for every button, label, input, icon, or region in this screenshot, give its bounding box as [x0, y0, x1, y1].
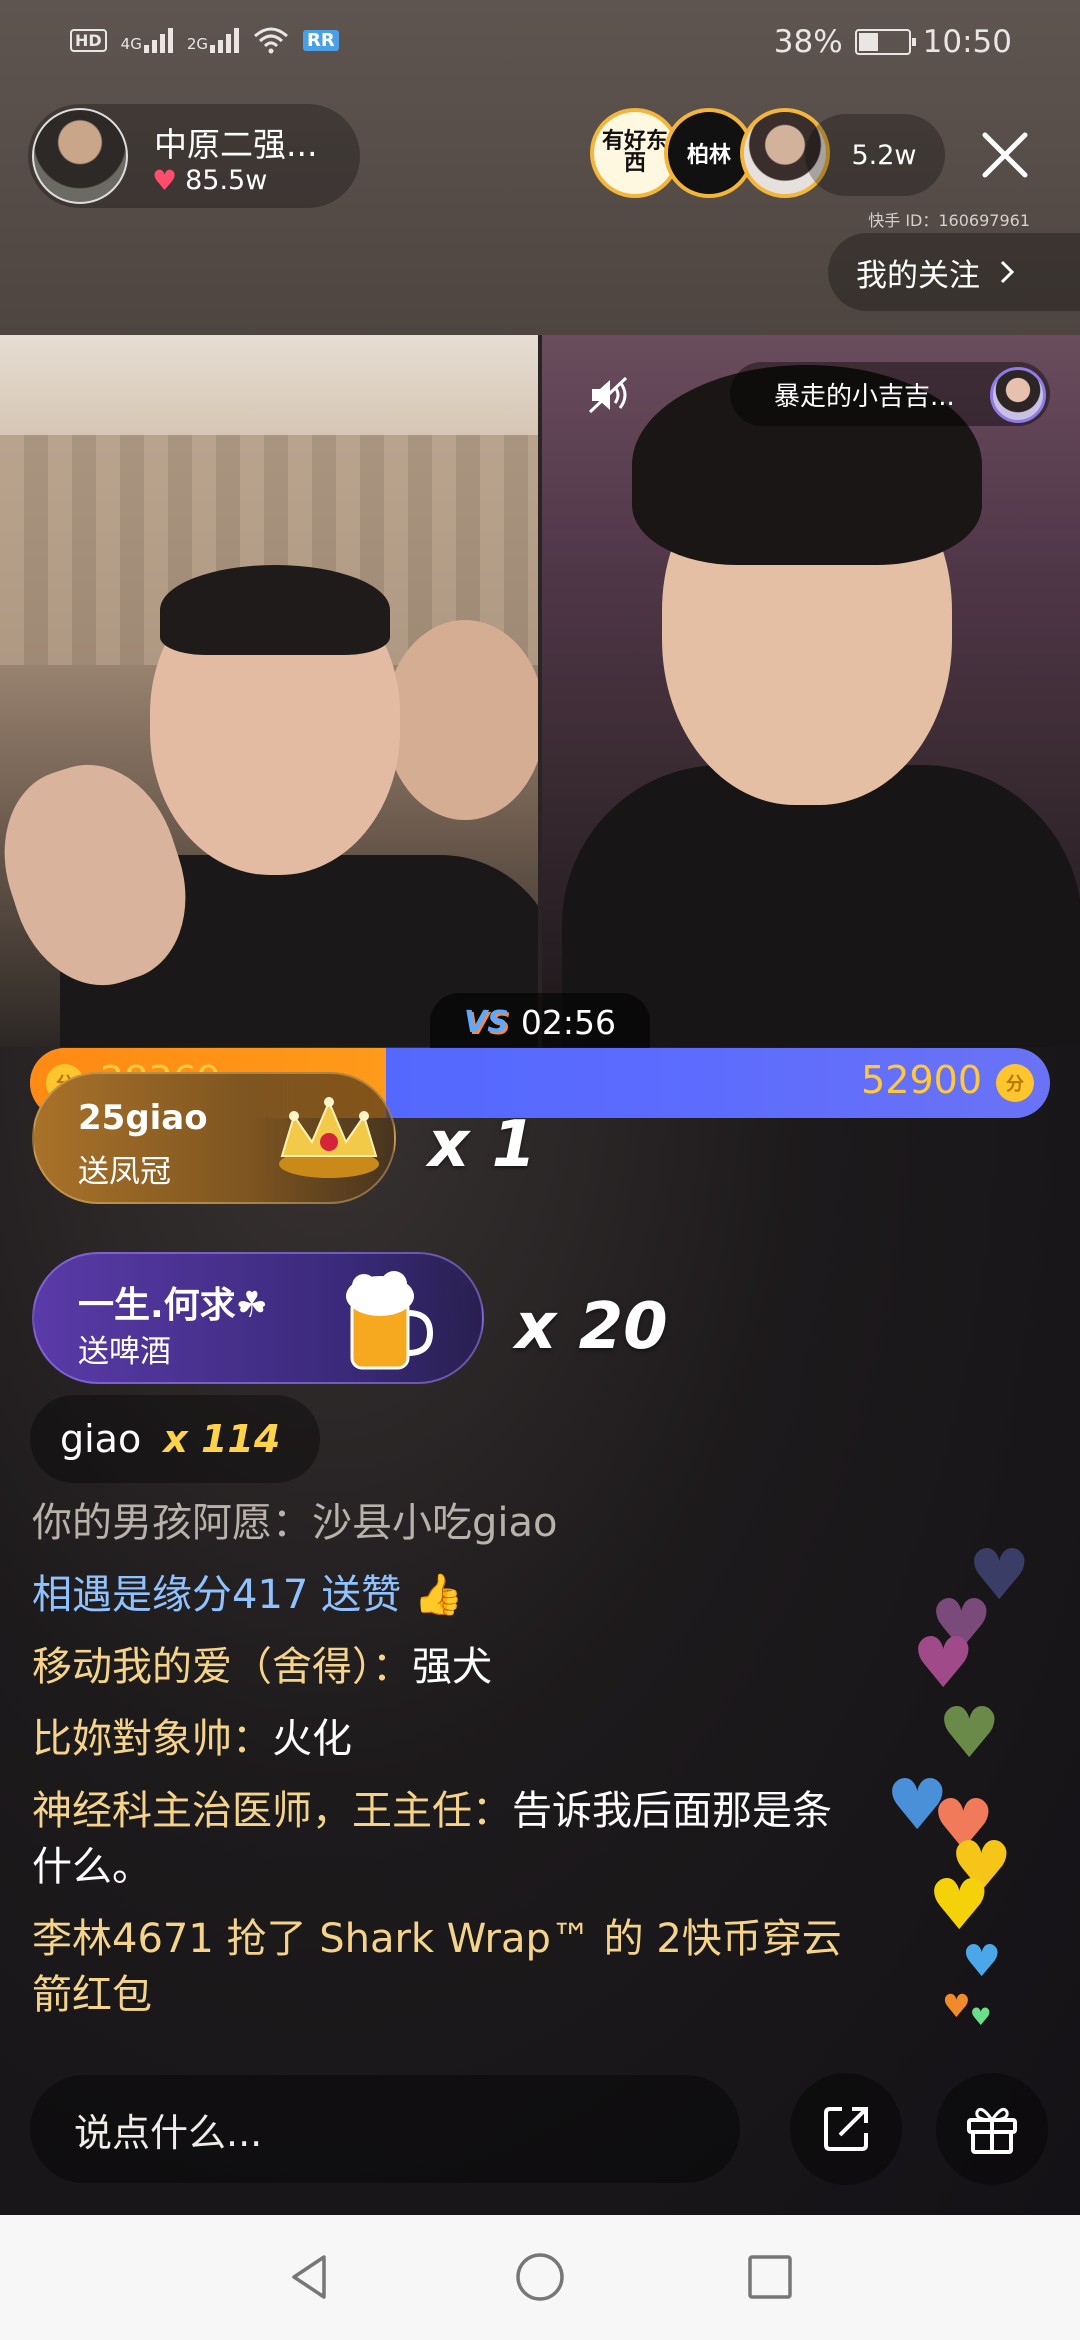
floating-heart-icon: ♥	[928, 1864, 991, 1946]
comment-text: 火化	[272, 1716, 352, 1762]
gift-button[interactable]	[936, 2073, 1048, 2185]
wifi-icon	[254, 27, 289, 54]
comment-user: 李林4671 抢了 Shark Wrap™ 的 2快币穿云箭红包	[32, 1916, 842, 2018]
kuaishou-id: 快手 ID：160697961	[868, 211, 1030, 230]
sim2-network: 2G	[186, 27, 240, 53]
comment-user: 你的男孩阿愿：	[32, 1500, 312, 1546]
pk-timer-value: 02:56	[520, 1002, 616, 1042]
gift-banner-1: 25giao 送凤冠	[32, 1072, 396, 1204]
comment-user: 神经科主治医师，王主任：	[32, 1788, 512, 1834]
combo-counter: giao x 114	[30, 1395, 320, 1483]
coin-icon: 分	[996, 1064, 1034, 1102]
gift-action: 送啤酒	[78, 1334, 171, 1370]
host-name: 中原二强...	[154, 125, 318, 164]
heart-icon: ♥	[152, 164, 178, 197]
sim1-label: 4G	[120, 35, 142, 53]
clock: 10:50	[922, 24, 1012, 60]
hd-badge: HD	[70, 28, 107, 52]
sim2-label: 2G	[186, 35, 209, 53]
share-button[interactable]	[790, 2073, 902, 2185]
gift-sender: 一生.何求☘	[78, 1285, 268, 1326]
gift-banner-2: 一生.何求☘ 送啤酒	[32, 1252, 484, 1384]
pk-timer: VS 02:56	[430, 993, 650, 1051]
gift-multiplier-2: x 20	[515, 1290, 668, 1364]
gift-sender: 25giao	[78, 1098, 208, 1138]
back-icon[interactable]	[280, 2247, 340, 2307]
host-likes: ♥ 85.5w	[152, 164, 267, 197]
system-nav-bar	[0, 2215, 1080, 2340]
comment-user: 比妳對象帅：	[32, 1716, 272, 1762]
status-bar: HD 4G 2G RR 38% 10:50	[0, 0, 1080, 90]
my-follow-button[interactable]: 我的关注	[828, 233, 1080, 311]
comment-user: 相遇是缘分417	[32, 1572, 309, 1618]
status-right: 38% 10:50	[774, 24, 1012, 60]
guest-avatar[interactable]	[990, 367, 1046, 423]
comment-item: 比妳對象帅：火化	[32, 1711, 852, 1767]
gift-action: 送凤冠	[78, 1154, 171, 1190]
comment-input-placeholder: 说点什么...	[74, 2110, 263, 2155]
home-icon[interactable]	[510, 2247, 570, 2307]
floating-heart-icon: ♥	[962, 1936, 1002, 1987]
sim1-network: 4G	[121, 27, 173, 53]
floating-heart-icon: ♥	[912, 1622, 975, 1704]
comment-text: 沙县小吃giao	[312, 1500, 558, 1546]
host-hair	[160, 565, 390, 655]
battery-percent: 38%	[773, 24, 843, 60]
gift-multiplier-1: x 1	[428, 1108, 537, 1182]
floating-heart-icon: ♥	[938, 1692, 1001, 1774]
pk-right-score: 52900	[861, 1058, 982, 1102]
host-likes-count: 85.5w	[185, 165, 268, 196]
crown-icon	[279, 1097, 379, 1178]
combo-count: x 114	[163, 1417, 281, 1461]
battery-level	[858, 33, 878, 51]
host-avatar[interactable]	[32, 108, 128, 204]
host-info[interactable]: 中原二强... ♥ 85.5w	[28, 104, 360, 208]
floating-heart-icon: ♥	[942, 1987, 971, 2025]
comment-input[interactable]: 说点什么...	[30, 2075, 740, 2183]
battery-icon	[854, 29, 916, 55]
mute-icon[interactable]	[584, 370, 634, 420]
comment-item: 神经科主治医师，王主任：告诉我后面那是条什么。	[32, 1783, 852, 1895]
host-video[interactable]	[0, 335, 538, 1047]
comment-item: 相遇是缘分417 送赞 👍	[32, 1567, 852, 1623]
gift-icon	[967, 2107, 1017, 2154]
comment-user: 移动我的爱（舍得）：	[32, 1644, 412, 1690]
guest-video[interactable]	[542, 335, 1080, 1047]
close-icon[interactable]	[975, 125, 1035, 185]
comment-item: 移动我的爱（舍得）：强犬	[32, 1639, 852, 1695]
app-badge-icon: RR	[303, 29, 339, 51]
status-left: HD 4G 2G RR	[70, 26, 339, 54]
guest-name: 暴走的小吉吉...	[774, 381, 955, 412]
follow-label: 我的关注	[856, 257, 980, 294]
signal-icon	[143, 27, 173, 53]
chevron-right-icon	[1000, 260, 1015, 284]
beer-icon	[346, 1271, 434, 1370]
viewer-count[interactable]: 5.2w	[805, 114, 945, 196]
comment-list[interactable]: 你的男孩阿愿：沙县小吃giao 相遇是缘分417 送赞 👍 移动我的爱（舍得）：…	[32, 1495, 852, 2039]
combo-user: giao	[60, 1417, 142, 1461]
vs-icon: VS	[464, 1004, 509, 1040]
second-person	[385, 620, 538, 820]
comment-text: 强犬	[412, 1644, 492, 1690]
comment-item: 李林4671 抢了 Shark Wrap™ 的 2快币穿云箭红包	[32, 1911, 852, 2023]
signal-icon	[210, 27, 240, 53]
comment-item: 你的男孩阿愿：沙县小吃giao	[32, 1495, 852, 1551]
share-icon	[824, 2107, 868, 2151]
comment-text: 送赞 👍	[308, 1572, 464, 1618]
recents-icon[interactable]	[740, 2247, 800, 2307]
floating-heart-icon: ♥	[970, 2003, 992, 2031]
